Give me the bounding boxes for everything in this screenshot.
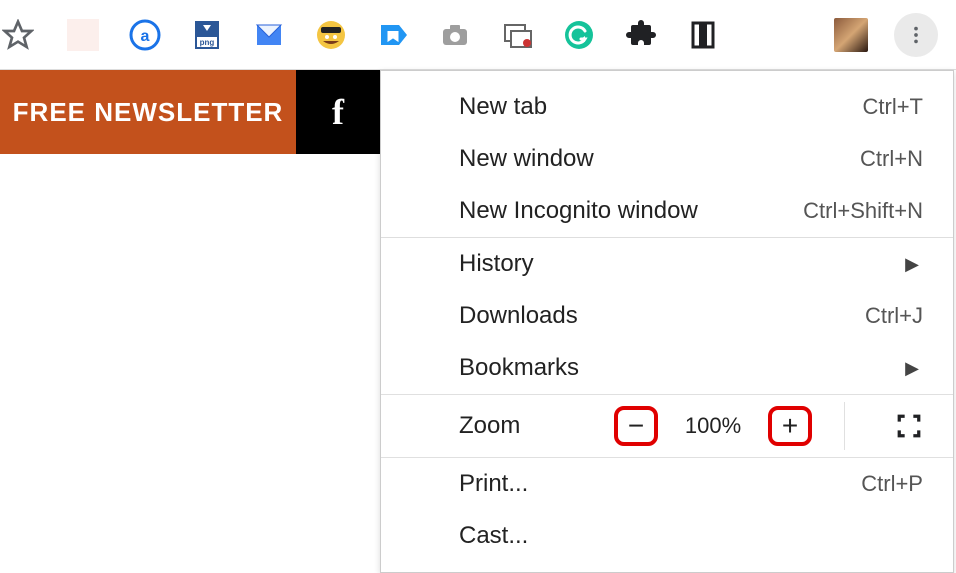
- facebook-button[interactable]: f: [296, 70, 380, 154]
- extension-blank-icon[interactable]: [64, 16, 102, 54]
- svg-text:a: a: [141, 28, 150, 45]
- svg-text:png: png: [200, 38, 215, 47]
- menu-shortcut: Ctrl+T: [863, 94, 924, 120]
- reading-list-icon[interactable]: [684, 16, 722, 54]
- menu-item-cast[interactable]: Cast...: [381, 510, 953, 562]
- zoom-in-button[interactable]: +: [768, 406, 812, 446]
- menu-label: New window: [459, 145, 594, 173]
- zoom-value: 100%: [676, 413, 750, 439]
- chrome-main-menu: New tab Ctrl+T New window Ctrl+N New Inc…: [380, 70, 954, 573]
- browser-toolbar: a png: [0, 0, 956, 70]
- facebook-icon: f: [332, 91, 344, 133]
- newsletter-button[interactable]: FREE NEWSLETTER: [0, 70, 296, 154]
- extension-face-icon[interactable]: [312, 16, 350, 54]
- kebab-menu-button[interactable]: [894, 13, 938, 57]
- extension-a-circle-icon[interactable]: a: [126, 16, 164, 54]
- menu-label: Downloads: [459, 302, 578, 330]
- extension-tag-icon[interactable]: [374, 16, 412, 54]
- zoom-label: Zoom: [459, 412, 520, 440]
- kebab-menu-icon: [905, 24, 927, 46]
- extension-inbox-icon[interactable]: [250, 16, 288, 54]
- menu-label: History: [459, 250, 534, 278]
- menu-item-bookmarks[interactable]: Bookmarks ▶: [381, 342, 953, 394]
- menu-label: New tab: [459, 93, 547, 121]
- menu-item-new-window[interactable]: New window Ctrl+N: [381, 133, 953, 185]
- menu-label: Print...: [459, 470, 528, 498]
- menu-shortcut: Ctrl+Shift+N: [803, 198, 923, 224]
- menu-item-new-incognito[interactable]: New Incognito window Ctrl+Shift+N: [381, 185, 953, 237]
- newsletter-banner: FREE NEWSLETTER f: [0, 70, 380, 154]
- menu-item-print[interactable]: Print... Ctrl+P: [381, 458, 953, 510]
- menu-shortcut: Ctrl+N: [860, 146, 923, 172]
- plus-icon: +: [782, 412, 798, 440]
- menu-label: Cast...: [459, 522, 528, 550]
- divider: [844, 402, 845, 450]
- extension-screenshot-icon[interactable]: [498, 16, 536, 54]
- chevron-right-icon: ▶: [905, 358, 923, 379]
- extension-grammarly-icon[interactable]: [560, 16, 598, 54]
- zoom-out-button[interactable]: −: [614, 406, 658, 446]
- menu-label: New Incognito window: [459, 197, 698, 225]
- menu-item-zoom: Zoom − 100% +: [381, 394, 953, 458]
- fullscreen-icon: [896, 413, 922, 439]
- menu-item-history[interactable]: History ▶: [381, 238, 953, 290]
- fullscreen-button[interactable]: [889, 406, 929, 446]
- extension-png-download-icon[interactable]: png: [188, 16, 226, 54]
- extension-camera-icon[interactable]: [436, 16, 474, 54]
- menu-label: Bookmarks: [459, 354, 579, 382]
- profile-avatar[interactable]: [832, 16, 870, 54]
- menu-item-downloads[interactable]: Downloads Ctrl+J: [381, 290, 953, 342]
- bookmark-star-icon[interactable]: [0, 13, 40, 57]
- newsletter-label: FREE NEWSLETTER: [13, 97, 284, 128]
- menu-shortcut: Ctrl+P: [861, 471, 923, 497]
- menu-item-new-tab[interactable]: New tab Ctrl+T: [381, 81, 953, 133]
- menu-shortcut: Ctrl+J: [865, 303, 923, 329]
- chevron-right-icon: ▶: [905, 254, 923, 275]
- extensions-puzzle-icon[interactable]: [622, 16, 660, 54]
- minus-icon: −: [628, 412, 644, 440]
